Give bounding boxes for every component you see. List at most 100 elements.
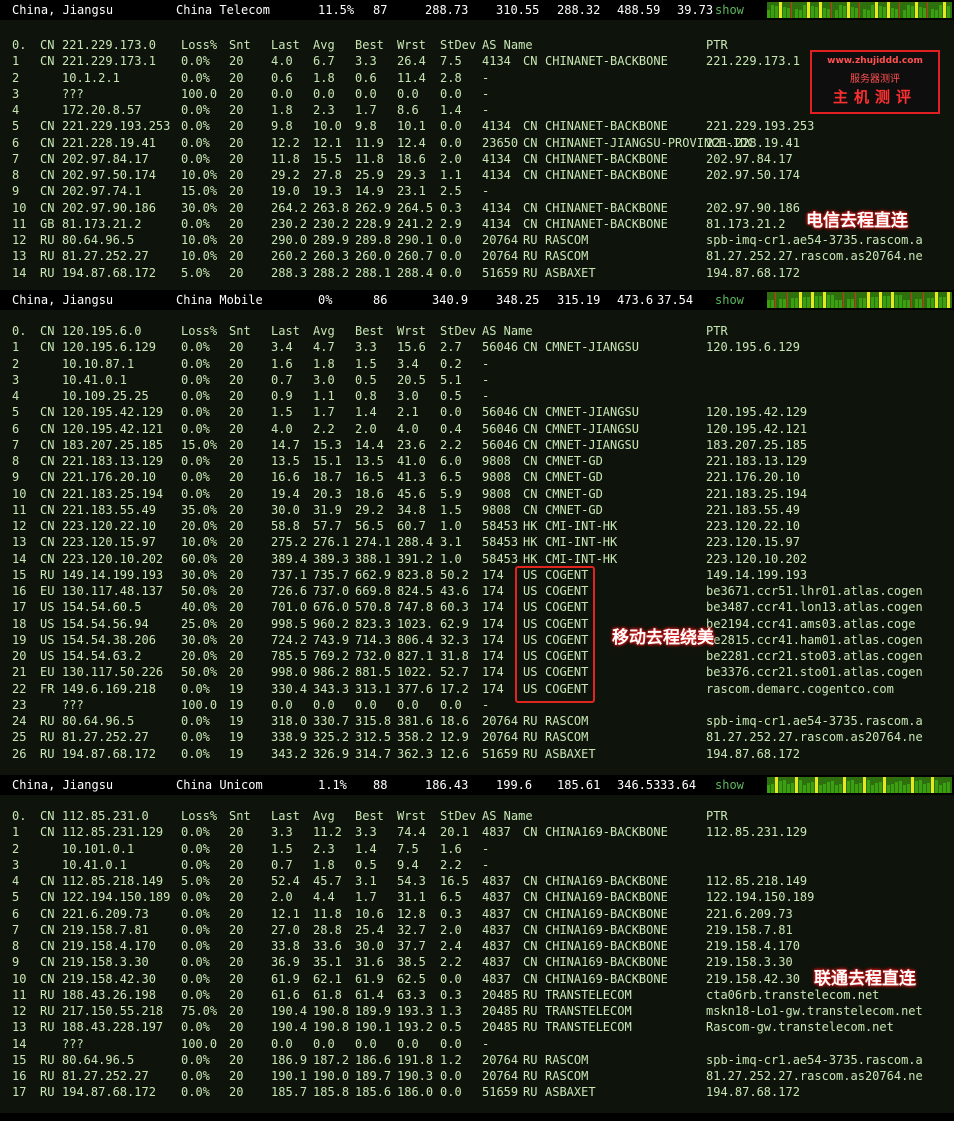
sparkline-bar [915,781,918,793]
last-ms: 330.4 [271,681,308,696]
stdev-ms: 62.9 [440,616,469,631]
stdev-ms: 1.3 [440,1004,462,1018]
ip-address: 223.120.15.97 [62,535,156,550]
worst-ms: 1023. [397,616,434,631]
sparkline-bar [775,292,776,308]
show-link[interactable]: show [715,293,744,307]
sparkline-bar [819,2,822,18]
country-code: RU [40,567,55,582]
sent-count: 20 [229,184,244,199]
sent-count: 20 [229,233,244,247]
table-row: 17 US 154.54.60.5 40.0% 20 701.0 676.0 570.8 747… [0,600,954,616]
sparkline-bar [863,777,866,793]
table-row: 20 US 154.54.63.2 20.0% 20 785.5 769.2 732.0 827… [0,649,954,665]
table-row: 26 RU 194.87.68.172 0.0% 19 343.2 326.9 314.7 36… [0,747,954,763]
table-row: 15 RU 149.14.199.193 30.0% 20 737.1 735.7 662.9… [0,568,954,584]
country-code: CN [40,825,55,840]
sparkline-bar [943,2,946,18]
table-row: 3 10.41.0.1 0.0% 20 0.7 3.0 0.5 20.5 5.1 - [0,373,954,389]
last-ms: 737.1 [271,567,308,582]
avg-ms: 3.0 [313,372,335,387]
avg-ms: 45.7 [313,874,342,888]
header-best: 288.32 [557,3,601,17]
as-number: 4134 [482,119,511,134]
last-ms: 998.5 [271,616,308,631]
as-country: RU [523,730,538,745]
sent-count: 20 [229,119,244,134]
country-code: CN [40,535,55,550]
latency-sparkline [767,292,952,308]
as-name: CMNET-JIANGSU [545,437,639,452]
stdev-ms: 0.3 [440,200,462,215]
loss-value: 0.0% [181,389,210,403]
stdev-ms: 6.5 [440,890,462,905]
sent-count: 20 [229,1052,244,1067]
worst-ms: 264.5 [397,200,434,215]
sparkline-bar [907,784,910,793]
table-row: 10 CN 219.158.42.30 0.0% 20 61.9 62.1 61.9 62.5 0… [0,972,954,988]
sparkline-bar [923,292,924,308]
latency-sparkline [767,2,952,18]
sparkline-bar [795,9,798,18]
sparkline-bar [907,300,910,308]
worst-ms: 823.8 [397,567,434,582]
hop-number: 26 [12,746,27,761]
avg-ms: 185.8 [313,1085,350,1100]
sparkline-bar [823,784,826,793]
country-code: CN [40,922,55,937]
stdev-ms: 7.5 [440,54,462,69]
hop-number: 16 [12,584,27,598]
as-country: RU [523,233,538,247]
last-ms: 1.6 [271,356,293,371]
sparkline-bar [807,297,810,308]
sent-count: 20 [229,470,244,485]
sparkline-bar [875,2,878,18]
stdev-ms: 31.8 [440,649,469,663]
sparkline-bar [783,7,786,18]
header-snt: 86 [373,293,388,307]
last-ms: 3.4 [271,340,293,355]
hop-number: 7 [12,922,20,937]
as-country: CN [523,454,538,468]
sparkline-bar [883,777,886,793]
as-country: HK [523,519,538,533]
as-country: RU [523,1020,538,1035]
sent-count: 20 [229,649,244,663]
sparkline-bar [875,783,878,793]
table-row: 7 CN 202.97.84.17 0.0% 20 11.8 15.5 11.8 18.6 2.0… [0,152,954,168]
sent-count: 20 [229,216,244,231]
as-name: CHINA169-BACKBONE [545,906,668,921]
show-link[interactable]: show [715,778,744,792]
avg-ms: 735.7 [313,567,350,582]
sparkline-bar [899,295,902,308]
hop-number: 5 [12,890,20,905]
sparkline-bar [947,782,950,793]
as-name: CHINA169-BACKBONE [545,825,668,840]
sparkline-bar [891,784,894,793]
avg-ms: 676.0 [313,600,350,615]
column-header-best: Best [355,38,384,52]
best-ms: 11.9 [355,135,384,150]
sparkline-bar [931,9,934,18]
avg-ms: 2.3 [313,841,335,856]
ip-address: 219.158.3.30 [62,955,149,970]
country-code: CN [40,135,55,150]
best-ms: 10.6 [355,906,384,921]
column-header-stdev: StDev [440,324,477,338]
table-row: 17 RU 194.87.68.172 0.0% 20 185.7 185.8 185.6 18… [0,1085,954,1101]
sparkline-bar [895,782,898,793]
country-code: CN [40,184,55,199]
ip-address: 194.87.68.172 [62,1085,156,1100]
worst-ms: 362.3 [397,746,434,761]
as-country: CN [523,421,538,436]
sparkline-bar [907,5,910,18]
as-number: 9808 [482,486,511,501]
ip-address: 221.229.193.253 [62,119,171,134]
sparkline-bar [935,292,938,308]
table-row: 3 10.41.0.1 0.0% 20 0.7 1.8 0.5 9.4 2.2 - [0,858,954,874]
show-link[interactable]: show [715,3,744,17]
sent-count: 19 [229,746,244,761]
table-row: 0. CN 112.85.231.0 Loss% Snt Last Avg Best Wrst S… [0,809,954,825]
ip-address: 202.97.50.174 [62,168,156,182]
hop-number: 4 [12,389,20,403]
